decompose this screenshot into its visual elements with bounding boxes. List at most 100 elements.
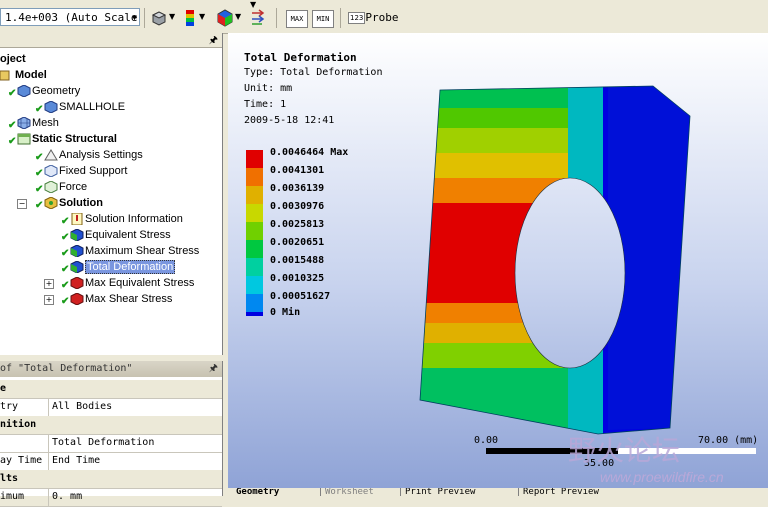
tree-item-solution[interactable]: ✔ Solution bbox=[35, 195, 103, 211]
legend-colors-icon[interactable] bbox=[184, 9, 196, 27]
legend-swatch bbox=[246, 222, 263, 240]
details-row[interactable]: try All Bodies bbox=[0, 398, 222, 417]
solution-icon bbox=[44, 196, 58, 210]
vector-arrows-icon[interactable] bbox=[250, 9, 268, 27]
legend-label: 0.0015488 bbox=[270, 255, 325, 266]
legend-label: 0.00051627 bbox=[270, 291, 331, 302]
pin-icon[interactable]: 🖈 bbox=[209, 33, 218, 50]
legend-label: 0.0036139 bbox=[270, 183, 325, 194]
tree-collapse-toggle[interactable]: − bbox=[17, 199, 27, 209]
details-category-row[interactable]: lts bbox=[0, 470, 222, 489]
tree-item-total-deformation[interactable]: ✔ Total Deformation bbox=[61, 259, 176, 275]
probe-icon: 123 bbox=[348, 12, 366, 24]
details-title: of "Total Deformation" 🖈 bbox=[0, 361, 222, 377]
tree-item-smallhole[interactable]: ✔ SMALLHOLE bbox=[35, 99, 125, 115]
legend-swatch bbox=[246, 186, 263, 204]
legend-swatch bbox=[246, 276, 263, 294]
force-icon bbox=[44, 180, 58, 194]
result-date: 2009-5-18 12:41 bbox=[244, 115, 335, 126]
outline-tree-pane: 🖈 oject Model ✔ Geometry ✔ SMALLHOLE ✔ M… bbox=[0, 33, 223, 355]
chevron-down-icon[interactable]: ▼ bbox=[132, 9, 137, 25]
tab-print-preview[interactable]: Print Preview bbox=[400, 488, 475, 496]
tree-item-analysis-settings[interactable]: ✔ Analysis Settings bbox=[35, 147, 143, 163]
geometry-icon bbox=[17, 84, 31, 98]
deformation-contour-model[interactable] bbox=[408, 78, 698, 438]
legend-swatch bbox=[246, 168, 263, 186]
tree-item-fixed-support[interactable]: ✔ Fixed Support bbox=[35, 163, 127, 179]
info-icon bbox=[70, 212, 83, 226]
result-icon bbox=[70, 228, 84, 242]
analysis-icon bbox=[17, 133, 31, 145]
legend-label-max: 0.0046464 Max bbox=[270, 147, 349, 158]
result-title: Total Deformation bbox=[244, 51, 357, 64]
result-time: Time: 1 bbox=[244, 99, 287, 110]
check-icon: ✔ bbox=[35, 168, 44, 179]
details-row[interactable]: ay Time End Time bbox=[0, 452, 222, 471]
tree-item-model[interactable]: Model bbox=[0, 67, 47, 83]
settings-icon bbox=[44, 149, 58, 161]
selected-tree-label: Total Deformation bbox=[85, 260, 176, 274]
mesh-icon bbox=[17, 116, 31, 130]
check-icon: ✔ bbox=[61, 296, 70, 307]
part-icon bbox=[44, 100, 58, 114]
view-tabs: Geometry Worksheet Print Preview Report … bbox=[228, 488, 768, 496]
chevron-down-icon[interactable]: ▼ bbox=[199, 12, 205, 21]
watermark-url: www.proewildfire.cn bbox=[600, 469, 724, 485]
tree-expand-toggle[interactable]: + bbox=[44, 295, 54, 305]
tree-expand-toggle[interactable]: + bbox=[44, 279, 54, 289]
check-icon: ✔ bbox=[35, 200, 44, 211]
model-hole bbox=[514, 177, 626, 369]
details-category-row[interactable]: nition bbox=[0, 416, 222, 435]
check-icon: ✔ bbox=[61, 248, 70, 259]
result-icon bbox=[70, 260, 84, 274]
details-category-row[interactable]: e bbox=[0, 380, 222, 399]
graphics-viewport[interactable]: Total Deformation Type: Total Deformatio… bbox=[228, 33, 768, 488]
min-button[interactable]: MIN bbox=[312, 10, 334, 28]
tab-geometry[interactable]: Geometry bbox=[232, 488, 279, 496]
legend-swatch bbox=[246, 258, 263, 276]
watermark: 野火论坛 bbox=[568, 435, 681, 466]
check-icon: ✔ bbox=[8, 88, 17, 99]
details-pane: of "Total Deformation" 🖈 e try All Bodies… bbox=[0, 361, 223, 507]
fixed-support-icon bbox=[44, 164, 58, 178]
legend-label: 0.0041301 bbox=[270, 165, 325, 176]
tree-item-static-structural[interactable]: ✔ Static Structural bbox=[8, 131, 117, 147]
legend-label: 0.0025813 bbox=[270, 219, 325, 230]
tree-item-equivalent-stress[interactable]: ✔ Equivalent Stress bbox=[61, 227, 171, 243]
tree-item-geometry[interactable]: ✔ Geometry bbox=[8, 83, 80, 99]
check-icon: ✔ bbox=[35, 184, 44, 195]
outline-pane-header: 🖈 bbox=[0, 33, 222, 48]
tool-icon bbox=[70, 292, 84, 306]
toolbar-divider bbox=[144, 8, 145, 28]
tree-item-maximum-shear-stress[interactable]: ✔ Maximum Shear Stress bbox=[61, 243, 199, 259]
result-type: Type: Total Deformation bbox=[244, 67, 383, 78]
scale-combo[interactable]: 1.4e+003 (Auto Scale) ▼ bbox=[0, 8, 140, 26]
scale-combo-value: 1.4e+003 (Auto Scale) bbox=[5, 11, 140, 24]
tree-item-max-equivalent-stress[interactable]: ✔ Max Equivalent Stress bbox=[61, 275, 194, 291]
tree-item-force[interactable]: ✔ Force bbox=[35, 179, 87, 195]
legend-label: 0.0030976 bbox=[270, 201, 325, 212]
pin-icon[interactable]: 🖈 bbox=[209, 361, 218, 377]
chevron-down-icon[interactable]: ▼ bbox=[169, 12, 175, 21]
tree-item-max-shear-stress[interactable]: ✔ Max Shear Stress bbox=[61, 291, 172, 307]
tree-item-mesh[interactable]: ✔ Mesh bbox=[8, 115, 59, 131]
check-icon: ✔ bbox=[61, 280, 70, 291]
display-style-icon[interactable] bbox=[150, 10, 168, 26]
legend-swatch bbox=[246, 204, 263, 222]
tree-item-solution-information[interactable]: ✔ Solution Information bbox=[61, 211, 183, 227]
tool-icon bbox=[70, 276, 84, 290]
chevron-down-icon[interactable]: ▼ bbox=[250, 0, 256, 9]
max-button[interactable]: MAX bbox=[286, 10, 308, 28]
tab-worksheet[interactable]: Worksheet bbox=[320, 488, 374, 496]
result-icon bbox=[70, 244, 84, 258]
details-row[interactable]: imum 0. mm bbox=[0, 488, 222, 507]
tree-item-project[interactable]: oject bbox=[0, 51, 26, 67]
legend-swatch bbox=[246, 312, 263, 316]
details-row[interactable]: Total Deformation bbox=[0, 434, 222, 453]
chevron-down-icon[interactable]: ▼ bbox=[235, 12, 241, 21]
check-icon: ✔ bbox=[61, 232, 70, 243]
contour-style-icon[interactable] bbox=[216, 9, 234, 27]
probe-button[interactable]: 123 Probe bbox=[348, 10, 399, 26]
tab-report-preview[interactable]: Report Preview bbox=[518, 488, 599, 496]
legend-label: 0.0010325 bbox=[270, 273, 325, 284]
